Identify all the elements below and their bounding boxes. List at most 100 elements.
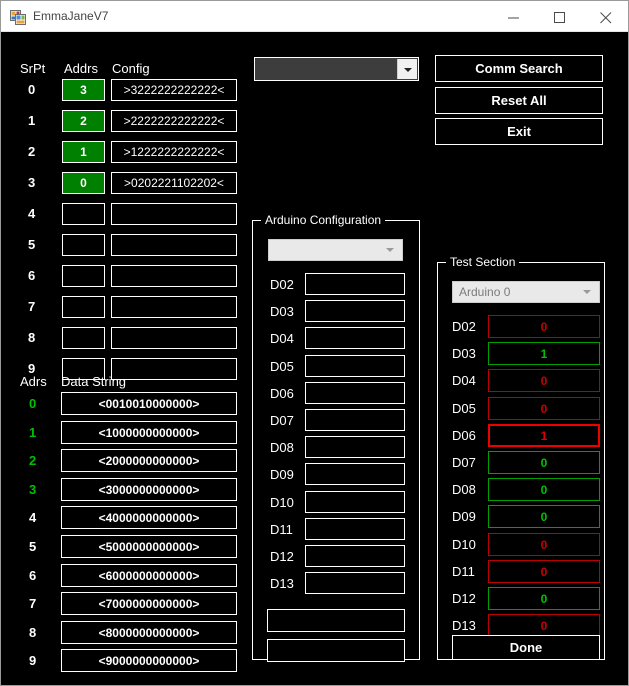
test-pin-value-field[interactable]: 1 [488, 424, 600, 447]
arduino-pin-field[interactable] [305, 491, 405, 513]
column-header-srpt: SrPt [20, 61, 46, 76]
serial-addrs-field[interactable] [62, 327, 105, 349]
serial-row-index: 2 [28, 144, 36, 159]
arduino-pin-field[interactable] [305, 518, 405, 540]
data-string-field[interactable]: <7000000000000> [61, 592, 237, 615]
test-pin-value-field[interactable]: 0 [488, 397, 600, 420]
arduino-pin-field[interactable] [305, 463, 405, 485]
arduino-pin-field[interactable] [305, 382, 405, 404]
minimize-button[interactable] [492, 1, 538, 31]
test-pin-value-field[interactable]: 0 [488, 369, 600, 392]
data-string-field[interactable]: <2000000000000> [61, 449, 237, 472]
serial-addrs-field[interactable] [62, 265, 105, 287]
data-string-field[interactable]: <3000000000000> [61, 478, 237, 501]
serial-addrs-field[interactable]: 1 [62, 141, 105, 163]
window-title: EmmaJaneV7 [33, 9, 109, 23]
test-pin-label: D07 [452, 455, 476, 470]
arduino-pin-field[interactable] [305, 409, 405, 431]
serial-config-field[interactable] [111, 234, 237, 256]
serial-config-field[interactable] [111, 203, 237, 225]
test-section-arduino-select[interactable]: Arduino 0 [452, 281, 600, 303]
test-pin-value-field[interactable]: 0 [488, 614, 600, 637]
data-row-index: 5 [29, 539, 37, 554]
data-string-field[interactable]: <8000000000000> [61, 621, 237, 644]
test-pin-value-field[interactable]: 0 [488, 560, 600, 583]
column-header-data-string: Data String [61, 374, 127, 389]
arduino-pin-label: D11 [270, 522, 293, 537]
arduino-pin-field[interactable] [305, 572, 405, 594]
serial-row-index: 4 [28, 206, 36, 221]
arduino-pin-label: D12 [270, 549, 294, 564]
application-window: EmmaJaneV7 SrPt Addrs Config 0 3 >32222222… [0, 0, 629, 686]
data-row-index: 0 [29, 396, 37, 411]
test-pin-label: D08 [452, 482, 476, 497]
serial-addrs-field[interactable]: 0 [62, 172, 105, 194]
test-pin-value-field[interactable]: 0 [488, 505, 600, 528]
arduino-extra-field[interactable] [267, 609, 405, 632]
serial-config-field[interactable]: >2222222222222< [111, 110, 237, 132]
arduino-config-select[interactable] [268, 239, 403, 261]
test-pin-value-field[interactable]: 0 [488, 451, 600, 474]
serial-config-field[interactable] [111, 296, 237, 318]
port-select[interactable] [254, 57, 419, 81]
arduino-pin-field[interactable] [305, 436, 405, 458]
arduino-pin-field[interactable] [305, 545, 405, 567]
serial-addrs-field[interactable] [62, 296, 105, 318]
arduino-extra-field[interactable] [267, 639, 405, 662]
serial-addrs-field[interactable] [62, 234, 105, 256]
data-row-index: 2 [29, 453, 37, 468]
arduino-pin-label: D05 [270, 359, 294, 374]
serial-config-field[interactable]: >1222222222222< [111, 141, 237, 163]
comm-search-button[interactable]: Comm Search [435, 55, 603, 82]
arduino-pin-field[interactable] [305, 327, 405, 349]
test-pin-label: D09 [452, 509, 476, 524]
test-section-title: Test Section [446, 255, 520, 269]
data-string-field[interactable]: <0010010000000> [61, 392, 237, 415]
arduino-pin-label: D02 [270, 277, 294, 292]
arduino-pin-field[interactable] [305, 273, 405, 295]
test-section-group: Test Section Arduino 0 D02 0 D03 1 D04 0 D05 0 D… [437, 255, 605, 660]
minimize-icon [508, 17, 519, 19]
chevron-down-icon[interactable] [397, 59, 417, 79]
exit-button[interactable]: Exit [435, 118, 603, 145]
data-string-field[interactable]: <1000000000000> [61, 421, 237, 444]
serial-addrs-field[interactable] [62, 203, 105, 225]
done-button[interactable]: Done [452, 635, 600, 660]
serial-config-field[interactable] [111, 265, 237, 287]
serial-config-field[interactable] [111, 327, 237, 349]
arduino-pin-label: D07 [270, 413, 294, 428]
reset-all-button[interactable]: Reset All [435, 87, 603, 114]
column-header-addrs: Addrs [64, 61, 98, 76]
serial-addrs-field[interactable]: 3 [62, 79, 105, 101]
data-row-index: 3 [29, 482, 37, 497]
serial-config-field[interactable]: >0202221102202< [111, 172, 237, 194]
test-pin-value-field[interactable]: 0 [488, 587, 600, 610]
arduino-pin-field[interactable] [305, 300, 405, 322]
serial-row-index: 7 [28, 299, 36, 314]
test-pin-value-field[interactable]: 0 [488, 478, 600, 501]
data-string-field[interactable]: <6000000000000> [61, 564, 237, 587]
test-section-arduino-select-value: Arduino 0 [459, 285, 511, 299]
arduino-pin-field[interactable] [305, 355, 405, 377]
test-pin-value-field[interactable]: 0 [488, 315, 600, 338]
serial-row-index: 5 [28, 237, 36, 252]
arduino-pin-label: D03 [270, 304, 294, 319]
test-pin-label: D06 [452, 428, 476, 443]
maximize-button[interactable] [538, 1, 584, 31]
serial-config-field[interactable]: >3222222222222< [111, 79, 237, 101]
data-string-field[interactable]: <5000000000000> [61, 535, 237, 558]
maximize-icon [554, 12, 565, 23]
test-pin-value-field[interactable]: 0 [488, 533, 600, 556]
data-string-field[interactable]: <9000000000000> [61, 649, 237, 672]
test-pin-label: D10 [452, 537, 476, 552]
close-button[interactable] [584, 1, 628, 31]
serial-config-field[interactable] [111, 358, 237, 380]
test-pin-label: D13 [452, 618, 476, 633]
arduino-pin-label: D09 [270, 467, 294, 482]
test-pin-value-field[interactable]: 1 [488, 342, 600, 365]
serial-row-index: 6 [28, 268, 36, 283]
serial-addrs-field[interactable]: 2 [62, 110, 105, 132]
test-pin-label: D11 [452, 564, 475, 579]
data-string-field[interactable]: <4000000000000> [61, 506, 237, 529]
data-row-index: 6 [29, 568, 37, 583]
